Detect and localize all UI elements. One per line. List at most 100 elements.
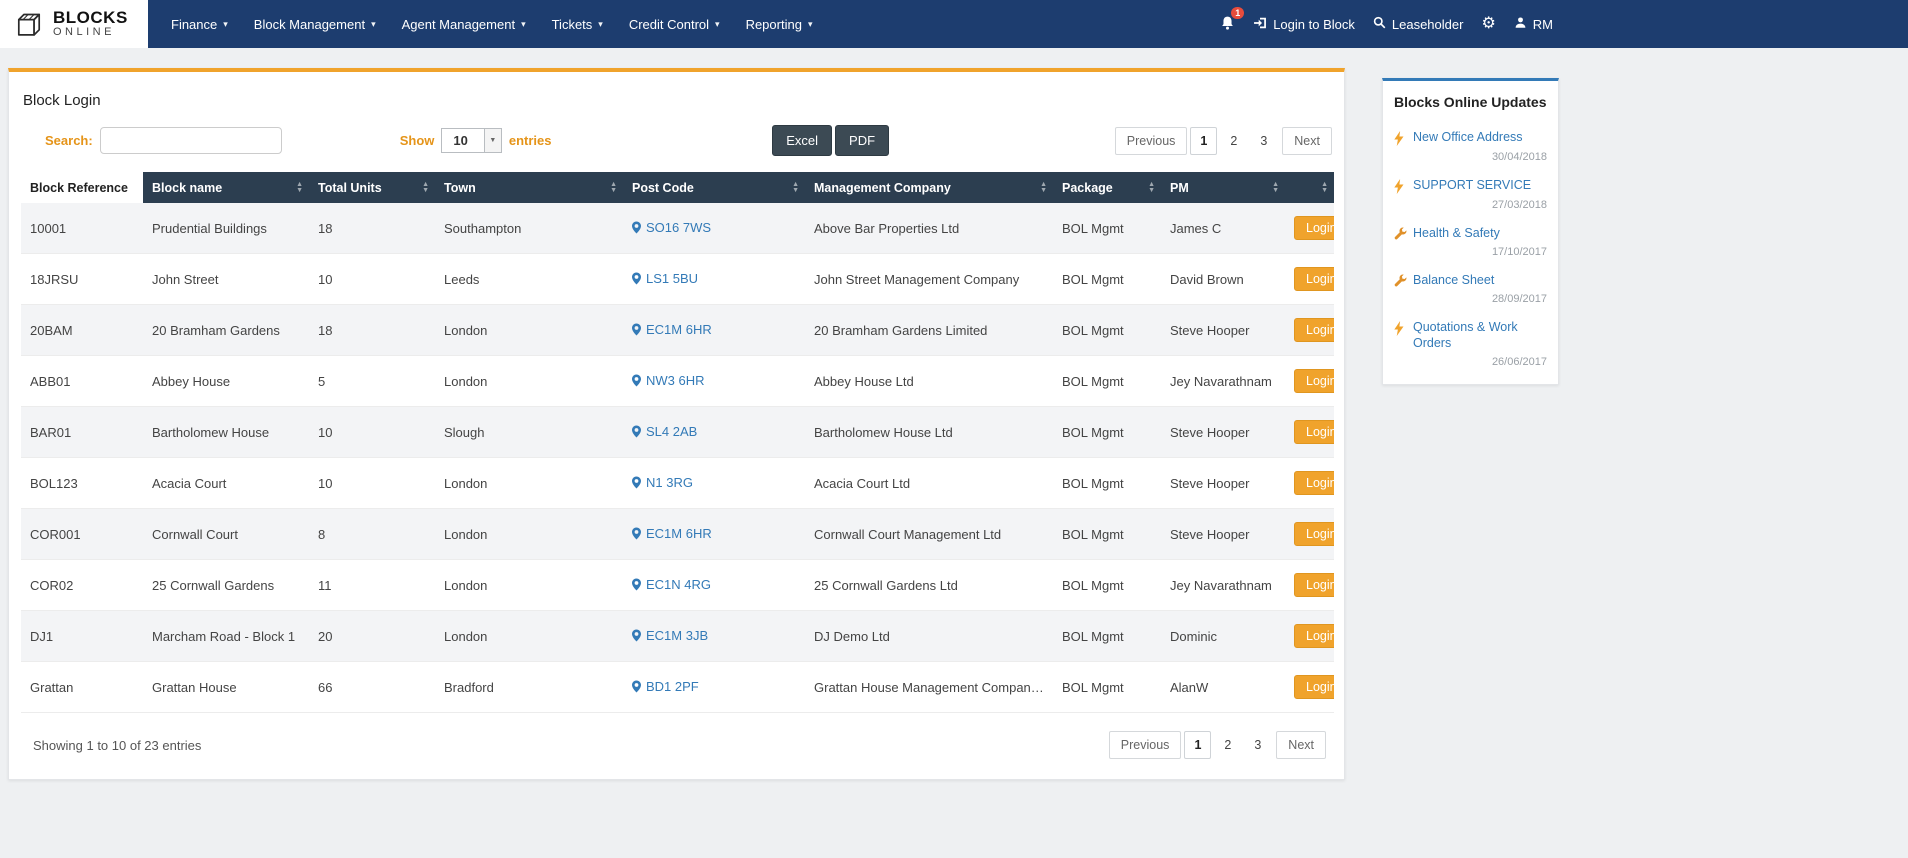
nav-menu-item-label: Credit Control	[628, 16, 710, 32]
cell-management-company: 20 Bramham Gardens Limited	[805, 304, 1053, 356]
cell-login: Login	[1285, 406, 1334, 458]
cell-block-name: John Street	[143, 253, 309, 305]
brand-logo[interactable]: BLOCKS ONLINE	[0, 0, 148, 48]
brand-text: BLOCKS ONLINE	[53, 9, 128, 39]
update-type-icon	[1394, 225, 1407, 240]
column-header-login[interactable]: ▲ ▼	[1285, 172, 1334, 203]
cell-block-name: Abbey House	[143, 355, 309, 407]
login-button[interactable]: Login	[1294, 318, 1334, 342]
cell-total-units: 11	[309, 559, 435, 611]
post-code-link[interactable]: SO16 7WS	[646, 220, 711, 235]
login-button[interactable]: Login	[1294, 267, 1334, 291]
login-button[interactable]: Login	[1294, 624, 1334, 648]
login-button[interactable]: Login	[1294, 369, 1334, 393]
column-header-management-company[interactable]: Management Company ▲ ▼	[805, 172, 1053, 203]
user-menu[interactable]: RM	[1514, 16, 1553, 32]
sort-icon: ▲ ▼	[792, 180, 799, 194]
login-button[interactable]: Login	[1294, 522, 1334, 546]
nav-menu-item[interactable]: Agent Management ▾	[389, 0, 539, 48]
page-length-value: 10	[453, 133, 468, 148]
pagination-bottom: Previous 1 2 3 Next	[1104, 731, 1332, 759]
update-type-icon	[1394, 272, 1407, 287]
post-code-link[interactable]: EC1N 4RG	[646, 577, 711, 592]
column-header-total-units[interactable]: Total Units ▲ ▼	[309, 172, 435, 203]
cell-post-code: NW3 6HR	[623, 355, 805, 407]
next-page-button[interactable]: Next	[1282, 126, 1332, 155]
cell-total-units: 10	[309, 406, 435, 458]
post-code-link[interactable]: LS1 5BU	[646, 271, 698, 286]
post-code-link[interactable]: EC1M 3JB	[646, 628, 708, 643]
column-header-label: Post Code	[632, 180, 694, 195]
chevron-down-icon: ▾	[371, 18, 376, 29]
cell-total-units: 66	[309, 661, 435, 713]
post-code-link[interactable]: NW3 6HR	[646, 373, 705, 388]
page-number-button[interactable]: 1	[1184, 731, 1212, 759]
post-code-link[interactable]: EC1M 6HR	[646, 526, 712, 541]
update-link[interactable]: Quotations & Work Orders	[1413, 319, 1547, 351]
cell-management-company: Bartholomew House Ltd	[805, 406, 1053, 458]
update-link[interactable]: Health & Safety	[1413, 225, 1500, 241]
login-button[interactable]: Login	[1294, 675, 1334, 699]
export-pdf-button[interactable]: PDF	[835, 125, 890, 156]
previous-page-button[interactable]: Previous	[1108, 731, 1182, 759]
column-header-town[interactable]: Town ▲ ▼	[435, 172, 623, 203]
cell-management-company: DJ Demo Ltd	[805, 610, 1053, 662]
next-page-button[interactable]: Next	[1276, 731, 1326, 759]
cell-total-units: 10	[309, 253, 435, 305]
cell-pm: James C	[1161, 203, 1285, 254]
post-code-link[interactable]: SL4 2AB	[646, 424, 697, 439]
notifications-bell-icon[interactable]: 1	[1220, 6, 1245, 34]
leaseholder-search-button[interactable]: Leaseholder	[1373, 16, 1463, 32]
login-button[interactable]: Login	[1294, 420, 1334, 444]
post-code-link[interactable]: BD1 2PF	[646, 679, 699, 694]
login-button[interactable]: Login	[1294, 573, 1334, 597]
cell-login: Login	[1285, 661, 1334, 713]
sort-icon: ▲ ▼	[1040, 180, 1047, 194]
column-header-block-name[interactable]: Block name ▲ ▼	[143, 172, 309, 203]
export-excel-button[interactable]: Excel	[772, 125, 833, 156]
nav-menu-item[interactable]: Reporting ▾	[733, 0, 826, 48]
previous-page-button[interactable]: Previous	[1114, 126, 1188, 155]
column-header-post-code[interactable]: Post Code ▲ ▼	[623, 172, 805, 203]
cell-package: BOL Mgmt	[1053, 253, 1161, 305]
user-initials-label: RM	[1532, 16, 1553, 32]
page-number-button[interactable]: 3	[1250, 127, 1277, 155]
update-link[interactable]: SUPPORT SERVICE	[1413, 177, 1531, 193]
login-to-block-button[interactable]: Login to Block	[1253, 16, 1355, 33]
search-input[interactable]	[99, 127, 282, 154]
nav-menu-item-label: Block Management	[253, 16, 366, 32]
nav-menu-item[interactable]: Credit Control ▾	[616, 0, 733, 48]
page-number-button[interactable]: 1	[1190, 126, 1218, 155]
update-link[interactable]: Balance Sheet	[1413, 272, 1494, 288]
page-number-button[interactable]: 2	[1220, 127, 1247, 155]
cell-total-units: 8	[309, 508, 435, 560]
table-row: COR001 Cornwall Court 8 London EC1M 6HR …	[21, 508, 1334, 560]
entries-info: Showing 1 to 10 of 23 entries	[33, 737, 202, 753]
column-header-package[interactable]: Package ▲ ▼	[1053, 172, 1161, 203]
cell-block-name: Bartholomew House	[143, 406, 309, 458]
nav-menu-item[interactable]: Finance ▾	[158, 0, 241, 48]
cell-block-name: Prudential Buildings	[143, 203, 309, 254]
login-button[interactable]: Login	[1294, 216, 1334, 240]
settings-gear-icon[interactable]: ⚙	[1481, 16, 1495, 32]
page-number-button[interactable]: 3	[1244, 731, 1271, 759]
cell-login: Login	[1285, 457, 1334, 509]
sort-icon: ▲ ▼	[1148, 180, 1155, 194]
nav-menu-item[interactable]: Tickets ▾	[539, 0, 616, 48]
nav-menu-item[interactable]: Block Management ▾	[241, 0, 389, 48]
post-code-link[interactable]: N1 3RG	[646, 475, 693, 490]
post-code-link[interactable]: EC1M 6HR	[646, 322, 712, 337]
update-date: 26/06/2017	[1491, 356, 1547, 368]
page-length-select[interactable]: 10 ▼	[441, 128, 502, 153]
cell-block-reference: ABB01	[21, 355, 143, 407]
page-number-button[interactable]: 2	[1214, 731, 1241, 759]
show-label: Show	[399, 133, 435, 148]
cell-package: BOL Mgmt	[1053, 203, 1161, 254]
cell-block-reference: 10001	[21, 203, 143, 254]
login-button[interactable]: Login	[1294, 471, 1334, 495]
column-header-pm[interactable]: PM ▲ ▼	[1161, 172, 1285, 203]
cell-block-reference: COR001	[21, 508, 143, 560]
cell-pm: Steve Hooper	[1161, 406, 1285, 458]
update-link[interactable]: New Office Address	[1413, 129, 1523, 145]
chevron-down-icon: ▾	[807, 18, 813, 29]
